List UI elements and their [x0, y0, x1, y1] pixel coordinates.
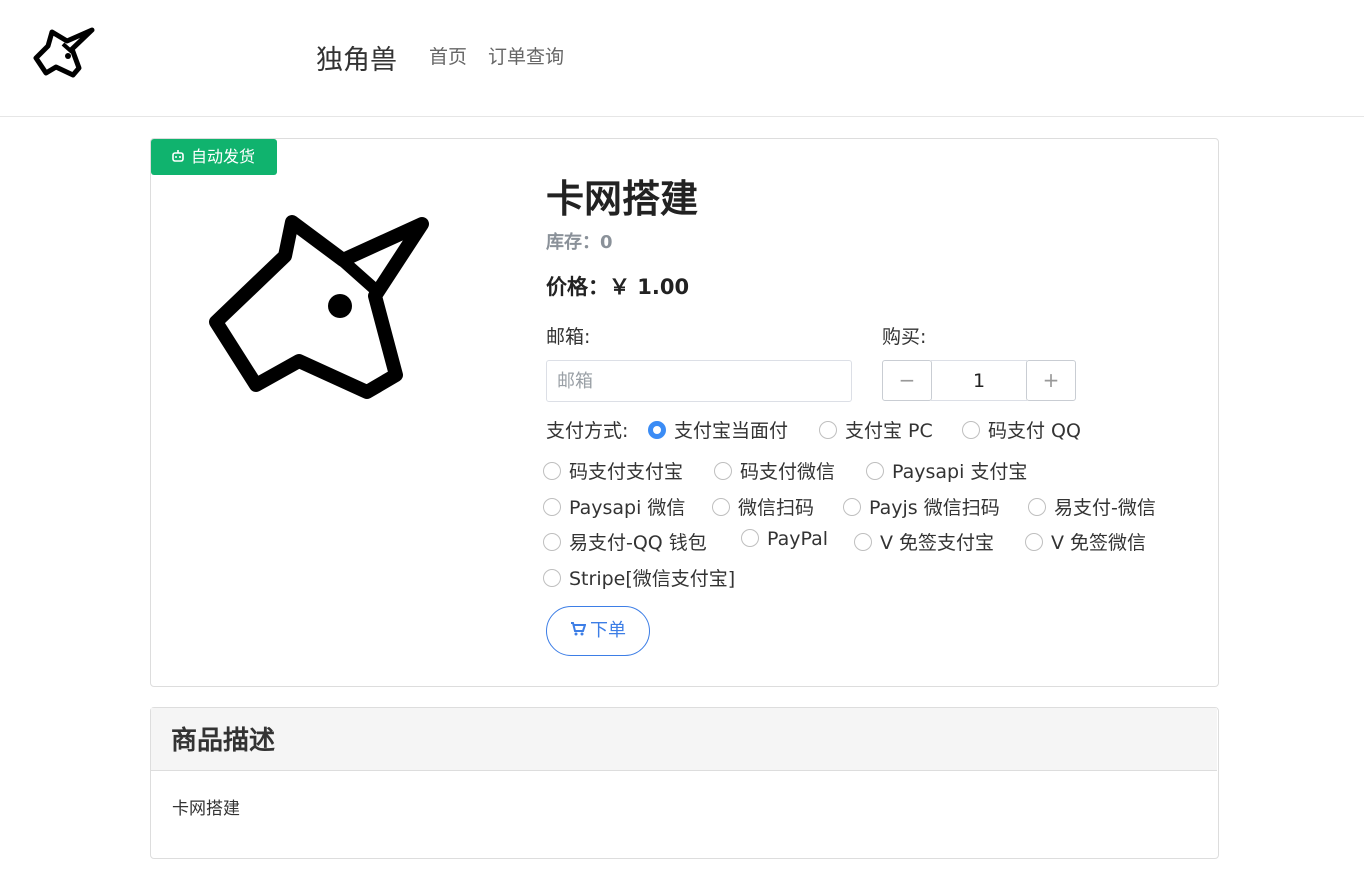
- email-field[interactable]: [546, 360, 852, 402]
- radio[interactable]: [866, 461, 884, 480]
- payment-option-label: 码支付 QQ: [988, 420, 1081, 442]
- brand-title[interactable]: 独角兽: [316, 38, 397, 77]
- payment-option[interactable]: 码支付 QQ: [962, 416, 1081, 443]
- badge-label: 自动发货: [191, 147, 256, 166]
- payment-option-label: 码支付支付宝: [569, 461, 684, 483]
- nav-order-query[interactable]: 订单查询: [488, 42, 564, 69]
- payment-option[interactable]: 微信扫码: [712, 493, 814, 520]
- quantity-plus-button[interactable]: +: [1026, 360, 1076, 401]
- payment-option-label: 易支付-微信: [1054, 497, 1156, 519]
- radio[interactable]: [543, 532, 561, 551]
- radio[interactable]: [819, 420, 837, 439]
- payment-option-label: Paysapi 微信: [569, 497, 686, 519]
- payment-option[interactable]: 码支付支付宝: [543, 457, 683, 484]
- radio[interactable]: [543, 497, 561, 516]
- payment-option-label: Paysapi 支付宝: [892, 461, 1028, 483]
- payment-option[interactable]: PayPal: [741, 528, 828, 550]
- radio[interactable]: [741, 528, 759, 547]
- payment-option[interactable]: Paysapi 支付宝: [866, 457, 1027, 484]
- place-order-label: 下单: [590, 620, 626, 641]
- nav-home[interactable]: 首页: [429, 42, 467, 69]
- stock-count: 库存：0: [546, 232, 613, 253]
- quantity-input[interactable]: 1: [931, 360, 1027, 401]
- robot-icon: [172, 150, 184, 162]
- payment-option[interactable]: 支付宝 PC: [819, 416, 933, 443]
- payment-option[interactable]: 易支付-QQ 钱包: [543, 528, 707, 555]
- payment-option-label: V 免签支付宝: [880, 532, 995, 554]
- payment-option[interactable]: 支付宝当面付: [648, 416, 788, 443]
- radio[interactable]: [712, 497, 730, 516]
- payment-option[interactable]: V 免签支付宝: [854, 528, 994, 555]
- radio[interactable]: [1025, 532, 1043, 551]
- place-order-button[interactable]: 下单: [546, 606, 650, 656]
- payment-option-label: PayPal: [767, 528, 829, 550]
- radio[interactable]: [843, 497, 861, 516]
- radio[interactable]: [962, 420, 980, 439]
- unicorn-logo[interactable]: [30, 22, 100, 82]
- payment-option-label: 易支付-QQ 钱包: [569, 532, 707, 554]
- radio-checked[interactable]: [648, 420, 666, 439]
- payment-option[interactable]: Paysapi 微信: [543, 493, 685, 520]
- auto-delivery-badge: 自动发货: [151, 139, 277, 175]
- payment-option[interactable]: V 免签微信: [1025, 528, 1146, 555]
- payment-option-label: 支付宝当面付: [674, 420, 789, 442]
- payment-option-label: 支付宝 PC: [845, 420, 933, 442]
- payment-option-label: 码支付微信: [740, 461, 836, 483]
- payment-option-label: 微信扫码: [738, 497, 815, 519]
- radio[interactable]: [1028, 497, 1046, 516]
- payment-label: 支付方式:: [546, 420, 629, 442]
- payment-option[interactable]: Payjs 微信扫码: [843, 493, 1000, 520]
- description-header: 商品描述: [151, 708, 1217, 771]
- payment-option-label: V 免签微信: [1051, 532, 1147, 554]
- email-label: 邮箱:: [546, 326, 591, 348]
- product-image: [209, 215, 429, 399]
- radio[interactable]: [543, 461, 561, 480]
- description-body: 卡网搭建: [172, 799, 240, 819]
- radio[interactable]: [543, 568, 561, 587]
- radio[interactable]: [714, 461, 732, 480]
- product-title: 卡网搭建: [546, 177, 699, 221]
- buy-label: 购买:: [882, 326, 927, 348]
- payment-option[interactable]: Stripe[微信支付宝]: [543, 564, 735, 591]
- description-title: 商品描述: [171, 726, 276, 756]
- radio[interactable]: [854, 532, 872, 551]
- product-price: 价格：￥ 1.00: [546, 275, 690, 299]
- quantity-minus-button[interactable]: −: [882, 360, 932, 401]
- payment-option[interactable]: 码支付微信: [714, 457, 835, 484]
- payment-option-label: Stripe[微信支付宝]: [569, 568, 736, 590]
- payment-option-label: Payjs 微信扫码: [869, 497, 1000, 519]
- top-navbar: 独角兽 首页 订单查询: [0, 0, 1364, 117]
- cart-icon: [571, 622, 586, 636]
- payment-option[interactable]: 易支付-微信: [1028, 493, 1156, 520]
